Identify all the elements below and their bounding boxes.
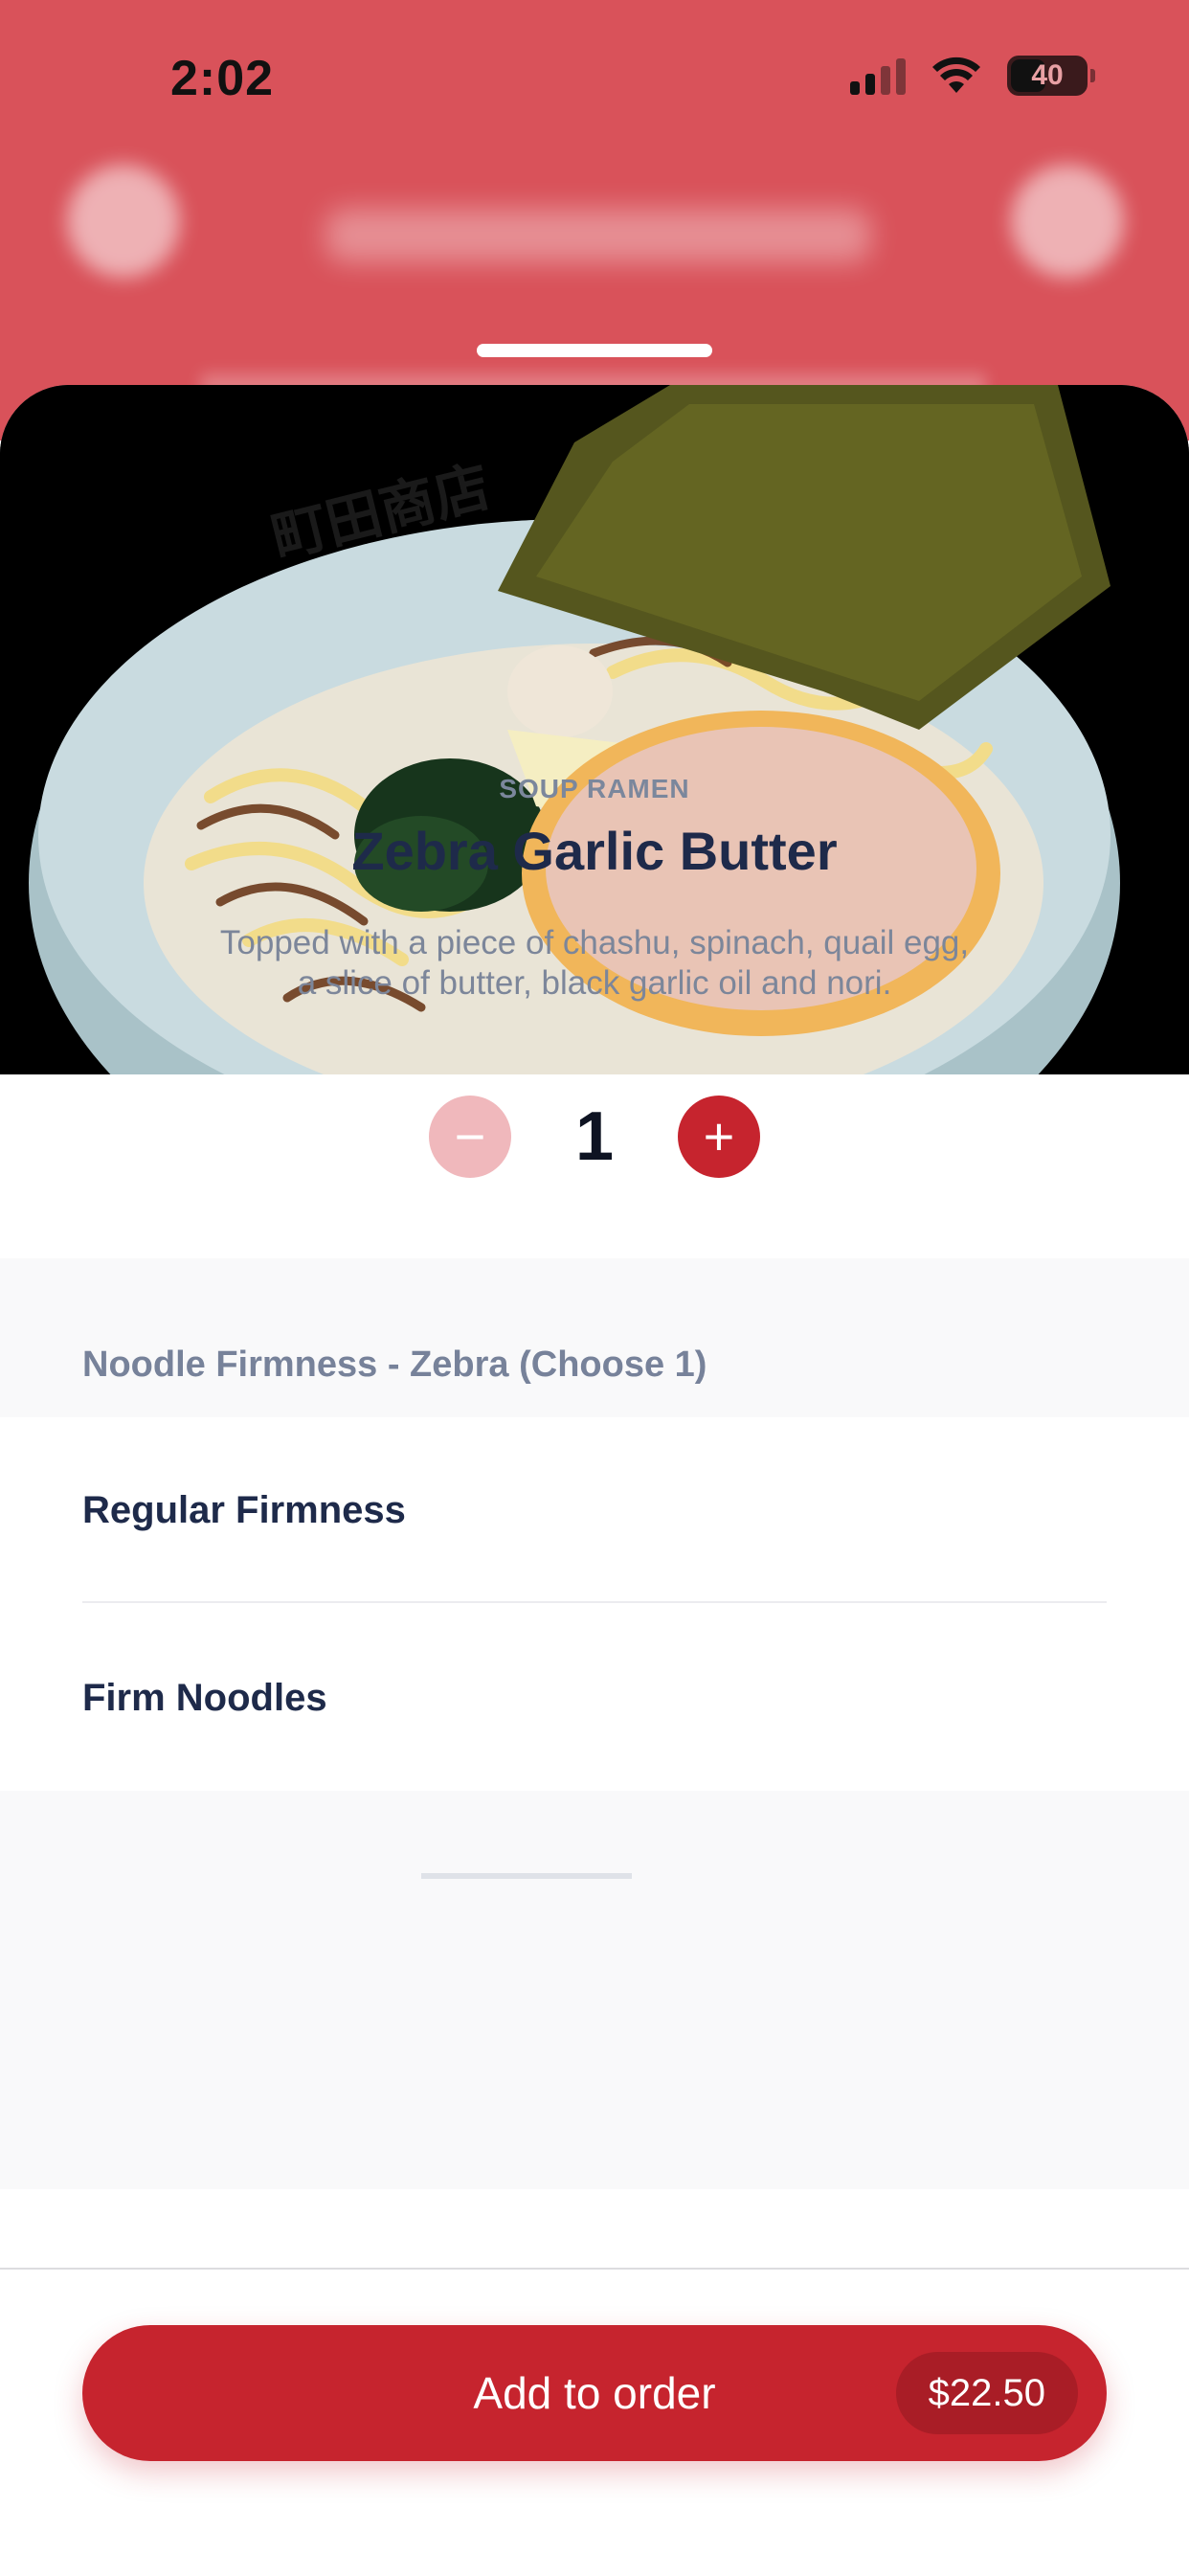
close-button[interactable]: [67, 165, 180, 278]
restaurant-title-blurred: [325, 209, 871, 262]
status-time: 2:02: [170, 51, 275, 106]
add-to-order-button[interactable]: Add to order $22.50: [82, 2325, 1107, 2461]
option-firm-noodles[interactable]: Firm Noodles: [82, 1605, 1107, 1791]
next-option-section: [0, 1791, 1189, 2189]
signal-icon: [850, 56, 906, 95]
option-label: Regular Firmness: [82, 1488, 406, 1531]
cart-button[interactable]: [1011, 165, 1124, 278]
option-regular-firmness[interactable]: Regular Firmness: [82, 1417, 1107, 1603]
increase-quantity-button[interactable]: +: [678, 1096, 760, 1178]
decrease-quantity-button[interactable]: −: [429, 1096, 511, 1178]
price-badge: $22.50: [895, 2352, 1078, 2434]
next-section-title-clipped: [421, 1873, 632, 1879]
battery-level: 40: [1031, 59, 1064, 91]
quantity-value: 1: [574, 1098, 615, 1175]
status-icons: 40: [850, 56, 1095, 96]
bottom-action-bar: Add to order $22.50: [0, 2268, 1189, 2576]
drag-handle[interactable]: [477, 344, 712, 357]
item-title: Zebra Garlic Butter: [351, 821, 838, 881]
quantity-stepper: − 1 +: [0, 1096, 1189, 1178]
item-description: Topped with a piece of chashu, spinach, …: [219, 924, 970, 1002]
battery-icon: 40: [1007, 56, 1095, 96]
plus-icon: +: [703, 1106, 735, 1166]
item-category: SOUP RAMEN: [499, 774, 690, 803]
wifi-icon: [932, 56, 980, 93]
item-sheet: 町田商店 SOUP RAMEN Zebra Garlic Butter Topp…: [0, 385, 1189, 2574]
option-label: Firm Noodles: [82, 1676, 327, 1719]
option-section-header: Noodle Firmness - Zebra (Choose 1): [0, 1258, 1189, 1417]
minus-icon: −: [454, 1106, 486, 1166]
option-divider: [82, 1601, 1107, 1603]
option-section-title: Noodle Firmness - Zebra (Choose 1): [82, 1344, 707, 1385]
